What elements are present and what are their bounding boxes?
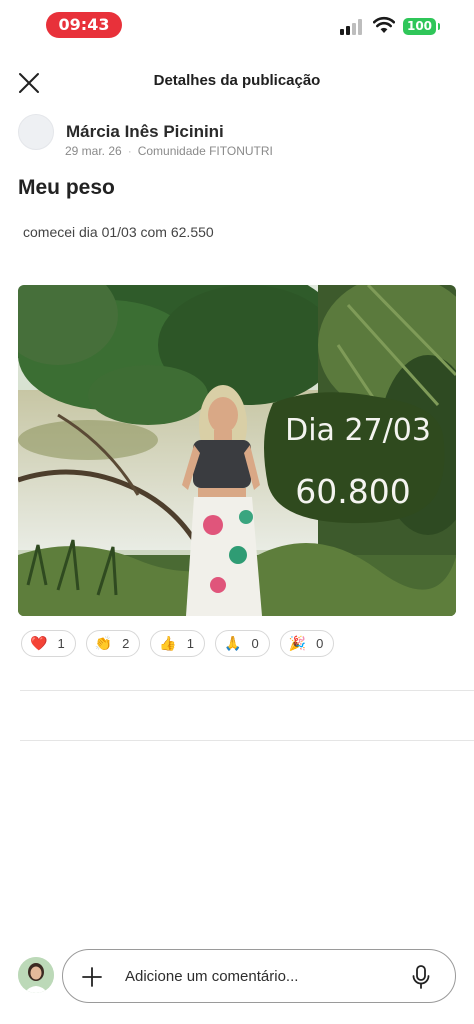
wifi-icon	[373, 16, 395, 33]
post-date: 29 mar. 26	[65, 144, 122, 158]
post-author: Márcia Inês Picinini 29 mar. 26 · Comunida…	[18, 112, 458, 160]
comment-input[interactable]: Adicione um comentário...	[62, 949, 456, 1003]
reaction-count: 2	[122, 636, 130, 651]
user-avatar-image	[18, 957, 54, 993]
reactions-bar: ❤️ 1 👏 2 👍 1 🙏 0 🎉 0	[21, 630, 335, 658]
reaction-count: 0	[251, 636, 259, 651]
reaction-count: 1	[186, 636, 195, 651]
comment-placeholder: Adicione um comentário...	[125, 968, 299, 985]
user-avatar[interactable]	[18, 957, 54, 993]
clapping-hands-icon: 👏	[94, 635, 113, 652]
post-details-screen: 09:43 100 Detalhes da publicação Márcia …	[0, 0, 474, 1024]
post-title: Meu peso	[18, 176, 115, 199]
status-time: 09:43	[46, 12, 122, 38]
cellular-signal-icon	[340, 19, 362, 35]
reaction-heart[interactable]: ❤️ 1	[21, 630, 76, 657]
heart-icon: ❤️	[30, 635, 48, 652]
plus-icon[interactable]	[81, 966, 103, 988]
author-name[interactable]: Márcia Inês Picinini	[66, 122, 224, 142]
thumbs-up-icon: 👍	[159, 635, 177, 652]
reaction-clap[interactable]: 👏 2	[85, 630, 141, 657]
reaction-count: 0	[316, 636, 324, 651]
top-bar: Detalhes da publicação	[0, 62, 474, 104]
overlay-weight-text: 60.800	[295, 472, 410, 511]
microphone-icon[interactable]	[411, 964, 431, 990]
reaction-pray[interactable]: 🙏 0	[215, 630, 270, 657]
overlay-date-text: Dia 27/03	[285, 413, 431, 448]
post-image[interactable]: Dia 27/03 60.800	[18, 285, 456, 616]
battery-indicator: 100	[403, 18, 440, 35]
reaction-party[interactable]: 🎉 0	[279, 630, 335, 657]
party-popper-icon: 🎉	[288, 635, 307, 652]
community-name[interactable]: Comunidade FITONUTRI	[138, 144, 273, 158]
divider	[20, 740, 474, 741]
post-meta: 29 mar. 26 · Comunidade FITONUTRI	[65, 144, 273, 158]
status-bar: 09:43 100	[0, 10, 474, 42]
folded-hands-icon: 🙏	[224, 635, 242, 652]
meta-separator: ·	[127, 144, 132, 158]
reaction-thumbs-up[interactable]: 👍 1	[150, 630, 206, 657]
author-avatar[interactable]	[18, 114, 54, 150]
post-body: comecei dia 01/03 com 62.550	[23, 224, 214, 240]
post-photo: Dia 27/03 60.800	[18, 285, 456, 616]
divider	[20, 690, 474, 691]
comment-bar: Adicione um comentário...	[0, 946, 474, 1006]
reaction-count: 1	[57, 636, 65, 651]
page-title: Detalhes da publicação	[153, 72, 321, 89]
